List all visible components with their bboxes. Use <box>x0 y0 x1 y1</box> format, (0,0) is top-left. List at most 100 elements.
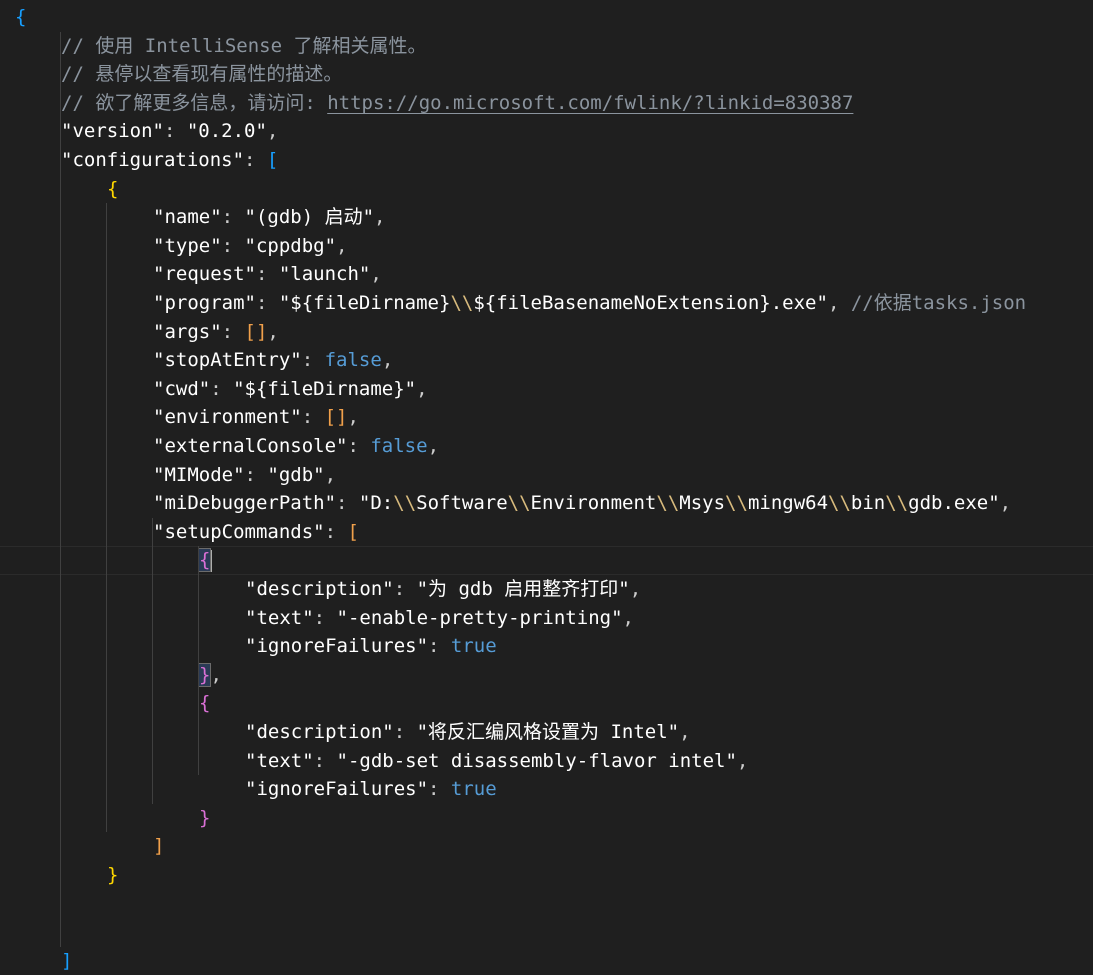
code-token-punc: , <box>325 464 336 486</box>
code-token-comment: // 悬停以查看现有属性的描述。 <box>61 63 342 85</box>
code-line[interactable]: "version": "0.2.0", <box>0 117 1093 146</box>
code-token-comment: // 使用 IntelliSense 了解相关属性。 <box>61 35 426 57</box>
code-token-punc: : <box>210 378 233 400</box>
code-token-b3o: [ <box>347 521 358 543</box>
code-token-punc: : <box>222 206 245 228</box>
code-line[interactable]: "request": "launch", <box>0 260 1093 289</box>
code-line[interactable]: "environment": [], <box>0 403 1093 432</box>
code-token-str: "gdb" <box>267 464 324 486</box>
code-token-punc: , <box>370 263 381 285</box>
code-line[interactable]: "text": "-gdb-set disassembly-flavor int… <box>0 747 1093 776</box>
code-line[interactable]: "description": "为 gdb 启用整齐打印", <box>0 575 1093 604</box>
code-token-punc: : <box>347 435 370 457</box>
code-line[interactable]: "ignoreFailures": true <box>0 632 1093 661</box>
code-link[interactable]: https://go.microsoft.com/fwlink/?linkid=… <box>327 92 853 114</box>
indent-guide <box>60 32 61 947</box>
code-token-punc: , <box>348 406 359 428</box>
code-token-str: Environment <box>531 492 657 514</box>
code-token-punc: : <box>336 492 359 514</box>
code-line-content: { <box>107 175 118 204</box>
code-line[interactable]: "ignoreFailures": true <box>0 775 1093 804</box>
code-line-content: }, <box>199 661 222 690</box>
matched-bracket: } <box>199 664 210 686</box>
code-line[interactable]: }, <box>0 661 1093 690</box>
code-token-key: "description" <box>245 578 394 600</box>
code-token-b3o: [] <box>325 406 348 428</box>
code-line-content: "args": [], <box>153 318 279 347</box>
code-line[interactable] <box>0 918 1093 947</box>
code-editor[interactable]: { // 使用 IntelliSense 了解相关属性。 // 悬停以查看现有属性的… <box>0 0 1093 975</box>
code-line-content: ] <box>61 947 72 975</box>
code-token-b3o: ] <box>153 835 164 857</box>
code-token-str: mingw64 <box>748 492 828 514</box>
code-line[interactable]: "description": "将反汇编风格设置为 Intel", <box>0 718 1093 747</box>
code-token-b1: { <box>15 6 26 28</box>
code-line[interactable]: // 使用 IntelliSense 了解相关属性。 <box>0 32 1093 61</box>
code-line[interactable]: { <box>0 175 1093 204</box>
code-token-str: gdb.exe" <box>908 492 1000 514</box>
code-token-comment: // 欲了解更多信息，请访问: <box>61 92 327 114</box>
code-token-punc: , <box>416 378 427 400</box>
code-token-key: "program" <box>153 292 256 314</box>
indent-guide <box>106 203 107 832</box>
code-line[interactable]: "externalConsole": false, <box>0 432 1093 461</box>
code-token-punc: , <box>267 321 278 343</box>
code-token-punc: , <box>382 349 393 371</box>
code-token-punc: , <box>828 292 851 314</box>
code-line-content: "name": "(gdb) 启动", <box>153 203 386 232</box>
code-token-esc: \\ <box>828 492 851 514</box>
code-token-punc: , <box>1000 492 1011 514</box>
code-token-punc: : <box>325 521 348 543</box>
code-token-punc: : <box>244 149 267 171</box>
code-token-punc: , <box>374 206 385 228</box>
code-line[interactable]: "text": "-enable-pretty-printing", <box>0 604 1093 633</box>
code-token-punc: : <box>222 321 245 343</box>
code-line[interactable]: { <box>0 3 1093 32</box>
code-line[interactable]: "setupCommands": [ <box>0 518 1093 547</box>
code-token-b1: [ <box>267 149 278 171</box>
code-line-content: "externalConsole": false, <box>153 432 439 461</box>
code-line[interactable]: { <box>0 546 1093 575</box>
code-line[interactable]: "configurations": [ <box>0 146 1093 175</box>
code-line-content: "cwd": "${fileDirname}", <box>153 375 428 404</box>
code-token-punc: : <box>428 635 451 657</box>
code-line[interactable]: "type": "cppdbg", <box>0 232 1093 261</box>
code-token-str: "-enable-pretty-printing" <box>337 607 623 629</box>
code-token-key: "text" <box>245 750 314 772</box>
code-line-content: "description": "将反汇编风格设置为 Intel", <box>245 718 691 747</box>
code-line[interactable]: { <box>0 689 1093 718</box>
code-token-esc: \\ <box>725 492 748 514</box>
code-token-punc: : <box>302 406 325 428</box>
code-line[interactable]: // 悬停以查看现有属性的描述。 <box>0 60 1093 89</box>
code-line[interactable]: "args": [], <box>0 318 1093 347</box>
code-line[interactable]: "program": "${fileDirname}\\${fileBasena… <box>0 289 1093 318</box>
code-token-punc: , <box>428 435 439 457</box>
code-token-str: "launch" <box>279 263 371 285</box>
code-line[interactable] <box>0 890 1093 919</box>
code-token-str: Software <box>416 492 508 514</box>
code-token-key: "stopAtEntry" <box>153 349 302 371</box>
code-line[interactable]: "miDebuggerPath": "D:\\Software\\Environ… <box>0 489 1093 518</box>
code-line-content: // 使用 IntelliSense 了解相关属性。 <box>61 32 426 61</box>
code-token-str: "(gdb) 启动" <box>245 206 375 228</box>
code-line[interactable]: "name": "(gdb) 启动", <box>0 203 1093 232</box>
indent-guide <box>198 546 199 775</box>
code-token-punc: : <box>222 235 245 257</box>
code-line-content: "version": "0.2.0", <box>61 117 278 146</box>
code-line[interactable]: ] <box>0 947 1093 975</box>
code-line[interactable]: // 欲了解更多信息，请访问: https://go.microsoft.com… <box>0 89 1093 118</box>
code-line[interactable]: "cwd": "${fileDirname}", <box>0 375 1093 404</box>
text-cursor <box>210 550 212 572</box>
code-line-content: ] <box>153 832 164 861</box>
code-token-str: ${fileBasenameNoExtension}.exe" <box>473 292 828 314</box>
code-line[interactable]: "MIMode": "gdb", <box>0 461 1093 490</box>
code-line[interactable]: } <box>0 804 1093 833</box>
code-line-content: "stopAtEntry": false, <box>153 346 393 375</box>
code-line-content: { <box>199 547 212 574</box>
code-token-punc: , <box>336 235 347 257</box>
code-line[interactable]: ] <box>0 832 1093 861</box>
code-line[interactable]: "stopAtEntry": false, <box>0 346 1093 375</box>
code-token-key: "environment" <box>153 406 302 428</box>
code-line[interactable]: } <box>0 861 1093 890</box>
code-token-punc: : <box>164 120 187 142</box>
